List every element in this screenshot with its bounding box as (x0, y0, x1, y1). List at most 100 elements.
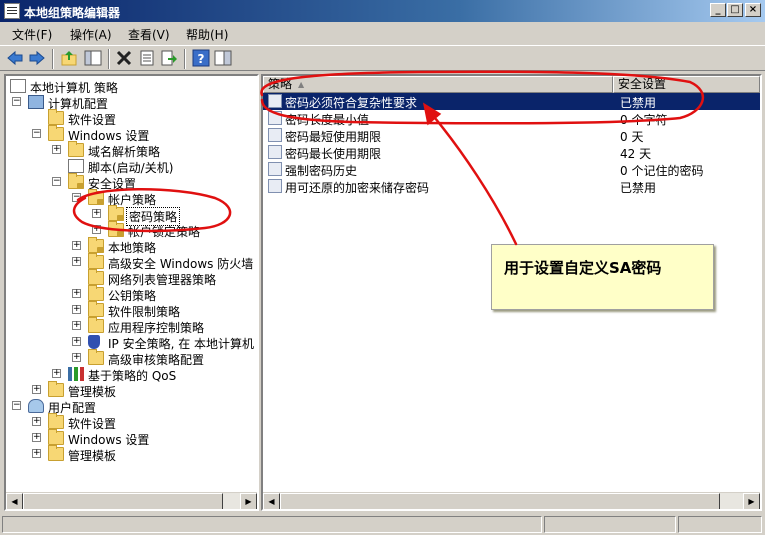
expand-icon[interactable]: + (32, 449, 41, 458)
folder-icon (88, 301, 104, 317)
expand-icon[interactable]: + (72, 257, 81, 266)
scrollbar-thumb[interactable] (23, 493, 223, 509)
tree-label: 软件限制策略 (108, 305, 181, 319)
list-row-reversible-encryption[interactable]: 用可还原的加密来储存密码 已禁用 (263, 178, 760, 195)
expand-icon[interactable]: + (72, 353, 81, 362)
tree-label: Windows 设置 (68, 433, 150, 447)
expand-icon[interactable]: + (72, 321, 81, 330)
back-icon[interactable] (6, 49, 24, 67)
list-row-min-age[interactable]: 密码最短使用期限 0 天 (263, 127, 760, 144)
ip-security-icon (88, 335, 100, 349)
collapse-icon[interactable]: − (52, 177, 61, 186)
menu-view[interactable]: 查看(V) (128, 26, 170, 43)
policy-name: 强制密码历史 (285, 164, 358, 178)
tree-label: 计算机配置 (48, 97, 109, 111)
column-header-security-setting[interactable]: 安全设置 (613, 76, 760, 93)
show-scope-icon[interactable] (214, 49, 232, 67)
tree-pane[interactable]: 本地计算机 策略 − 计算机配置 软件设置 − Windows 设置 + 域名解… (4, 74, 259, 511)
scroll-right-icon[interactable]: ▶ (240, 493, 257, 509)
delete-icon[interactable] (115, 49, 133, 67)
folder-icon (88, 269, 104, 285)
expand-icon[interactable]: + (92, 209, 101, 218)
tree-horizontal-scrollbar[interactable]: ◀ ▶ (6, 492, 257, 509)
folder-icon (88, 253, 104, 269)
show-hide-tree-icon[interactable] (84, 49, 102, 67)
expand-icon[interactable]: + (32, 433, 41, 442)
folder-icon (48, 109, 64, 125)
column-header-label: 策略 (268, 77, 293, 91)
properties-icon[interactable] (138, 49, 156, 67)
list-row-max-age[interactable]: 密码最长使用期限 42 天 (263, 144, 760, 161)
expand-icon[interactable]: + (52, 145, 61, 154)
expand-icon[interactable]: + (32, 385, 41, 394)
policy-name: 密码必须符合复杂性要求 (285, 96, 418, 110)
policy-setting: 0 个字符 (620, 113, 668, 127)
tree-label: 高级安全 Windows 防火墙 (108, 257, 254, 271)
tree-label: 管理模板 (68, 449, 117, 463)
close-button[interactable]: × (745, 3, 761, 17)
maximize-button[interactable]: □ (727, 3, 743, 17)
sort-ascending-icon: ▲ (298, 80, 305, 89)
list-row-history[interactable]: 强制密码历史 0 个记住的密码 (263, 161, 760, 178)
tree-label: 公钥策略 (108, 289, 157, 303)
policy-item-icon (268, 179, 282, 193)
folder-icon (48, 125, 64, 141)
svg-text:?: ? (198, 52, 205, 66)
window-title: 本地组策略编辑器 (24, 6, 121, 20)
expand-icon[interactable]: + (72, 337, 81, 346)
expand-icon[interactable]: + (72, 305, 81, 314)
menu-help[interactable]: 帮助(H) (186, 26, 228, 43)
tree-label: 本地计算机 策略 (30, 81, 118, 95)
secure-folder-icon (108, 205, 124, 221)
policy-setting: 42 天 (620, 147, 652, 161)
status-cell-tertiary (678, 516, 762, 533)
expand-icon[interactable]: + (72, 241, 81, 250)
export-icon[interactable] (160, 49, 178, 67)
policy-item-icon (268, 94, 282, 108)
minimize-button[interactable]: _ (710, 3, 726, 17)
tree-label: 基于策略的 QoS (88, 369, 177, 383)
collapse-icon[interactable]: − (72, 193, 81, 202)
menu-action[interactable]: 操作(A) (70, 26, 112, 43)
collapse-icon[interactable]: − (12, 401, 21, 410)
folder-icon (88, 317, 104, 333)
computer-icon (28, 95, 44, 109)
toolbar-separator (108, 49, 110, 69)
annotation-note-text: 用于设置自定义SA密码 (504, 259, 662, 277)
collapse-icon[interactable]: − (12, 97, 21, 106)
expand-icon[interactable]: + (72, 289, 81, 298)
list-row-min-length[interactable]: 密码长度最小值 0 个字符 (263, 110, 760, 127)
folder-icon (88, 285, 104, 301)
collapse-icon[interactable]: − (32, 129, 41, 138)
scroll-left-icon[interactable]: ◀ (263, 493, 280, 509)
folder-icon (48, 429, 64, 445)
policy-editor-icon (4, 3, 20, 19)
folder-icon (48, 381, 64, 397)
menu-file[interactable]: 文件(F) (12, 26, 52, 43)
tree-label: 应用程序控制策略 (108, 321, 205, 335)
list-row-password-complexity[interactable]: 密码必须符合复杂性要求 已禁用 (263, 93, 760, 110)
status-cell-secondary (544, 516, 676, 533)
policy-name: 密码最短使用期限 (285, 130, 382, 144)
forward-icon[interactable] (28, 49, 46, 67)
secure-folder-icon (108, 221, 124, 237)
folder-icon (48, 413, 64, 429)
policy-setting: 已禁用 (620, 96, 657, 110)
expand-icon[interactable]: + (32, 417, 41, 426)
policy-item-icon (268, 162, 282, 176)
tree-label: 帐户锁定策略 (128, 225, 201, 239)
scroll-left-icon[interactable]: ◀ (6, 493, 23, 509)
policy-name: 密码长度最小值 (285, 113, 370, 127)
expand-icon[interactable]: + (52, 369, 61, 378)
help-icon[interactable]: ? (192, 49, 210, 67)
expand-icon[interactable]: + (92, 225, 101, 234)
policy-item-icon (268, 111, 282, 125)
scroll-right-icon[interactable]: ▶ (743, 493, 760, 509)
up-folder-icon[interactable] (60, 49, 78, 67)
list-horizontal-scrollbar[interactable]: ◀ ▶ (263, 492, 760, 509)
policy-setting: 0 个记住的密码 (620, 164, 704, 178)
column-header-policy[interactable]: 策略 ▲ (263, 76, 613, 93)
policy-name: 用可还原的加密来储存密码 (285, 181, 430, 195)
policy-setting: 0 天 (620, 130, 644, 144)
scrollbar-thumb[interactable] (280, 493, 720, 509)
